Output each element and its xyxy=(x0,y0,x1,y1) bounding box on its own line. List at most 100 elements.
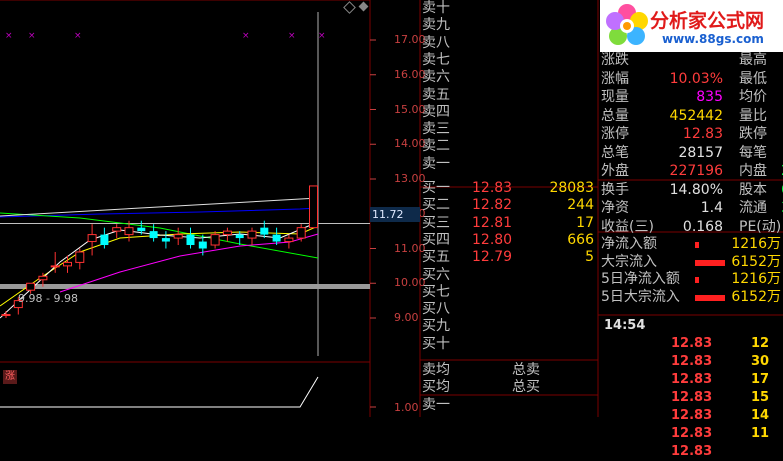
sell-row[interactable]: 卖七 xyxy=(422,52,598,69)
tick-volume: 30 xyxy=(751,354,770,369)
candle-body xyxy=(137,227,146,232)
orderbook-label: 卖二 xyxy=(422,138,450,155)
buy-row[interactable]: 买三 12.81 17 xyxy=(422,215,598,232)
sell-row[interactable]: 卖十 xyxy=(422,0,598,17)
flow-value: 1216万 xyxy=(731,271,781,287)
buy-row[interactable]: 买十 xyxy=(422,336,598,353)
candle-body xyxy=(210,234,220,246)
candle-body xyxy=(124,227,134,236)
sell-row[interactable]: 卖一 xyxy=(422,156,598,173)
marker-x: × xyxy=(28,31,36,41)
tick-row: 12.83 17 xyxy=(601,371,783,389)
marker-x: × xyxy=(288,31,296,41)
tick-row: 12.83 14 xyxy=(601,407,783,425)
stat-row: 涨幅 10.03% 最低 xyxy=(601,71,783,88)
stat-label: 换手 xyxy=(601,181,629,198)
orderbook-label: 卖八 xyxy=(422,34,450,51)
tick-price: 12.83 xyxy=(671,354,713,369)
candle-body xyxy=(50,265,60,268)
candle-body xyxy=(75,251,85,263)
footer-right-label: 总买 xyxy=(512,379,540,396)
stat-row: 外盘227196内盘2 xyxy=(601,163,783,180)
candle-body xyxy=(1,314,11,317)
flow-row: 5日大宗流入 6152万 xyxy=(601,289,783,306)
stat-label-right: 量比 xyxy=(739,107,767,124)
tick-row: 12.83 12 xyxy=(601,335,783,353)
orderbook-volume: 244 xyxy=(567,197,594,214)
orderbook-footer-row: 卖均 总卖 xyxy=(422,362,598,379)
y-axis-label: 16.00 xyxy=(394,67,426,81)
stat-label-right: 最低 xyxy=(739,70,767,87)
footer-label: 卖均 xyxy=(422,362,450,378)
buy-row[interactable]: 买五 12.79 5 xyxy=(422,249,598,266)
orderbook-label: 卖十 xyxy=(422,0,450,16)
stat-row: 净资1.4流通3 xyxy=(601,200,783,217)
candle-body xyxy=(100,234,109,246)
y-axis-label: 14.00 xyxy=(394,137,426,151)
candle-body xyxy=(112,227,122,232)
sell-row[interactable]: 卖四 xyxy=(422,104,598,121)
buy-row[interactable]: 买一 12.83 28083 xyxy=(422,180,598,197)
buy-row[interactable]: 买二 12.82 244 xyxy=(422,197,598,214)
stat-label: 净资 xyxy=(601,200,629,216)
stat-label-right: 流通 xyxy=(739,200,767,216)
sell-row[interactable]: 卖五 xyxy=(422,87,598,104)
candle-body xyxy=(186,234,195,246)
buy-row[interactable]: 买七 xyxy=(422,284,598,301)
candle-body xyxy=(38,275,48,281)
orderbook-label: 卖九 xyxy=(422,17,450,34)
marker-x: × xyxy=(74,31,82,41)
stat-row: 总笔 28157 每笔 xyxy=(601,145,783,162)
logo: 分析家公式网 www.88gs.com xyxy=(600,0,783,52)
stat-value: 0.168 xyxy=(682,218,723,235)
tick-price: 12.83 xyxy=(671,372,713,387)
sell-row[interactable]: 卖八 xyxy=(422,35,598,52)
flow-bar xyxy=(695,259,725,266)
tick-volume: 15 xyxy=(751,390,770,405)
logo-url: www.88gs.com xyxy=(662,32,764,46)
flow-row: 大宗流入 6152万 xyxy=(601,254,783,271)
marker-x: × xyxy=(5,31,13,41)
tick-price: 12.83 xyxy=(671,336,713,351)
orderbook-label: 卖七 xyxy=(422,51,450,68)
tick-price: 12.83 xyxy=(671,444,713,459)
tick-volume: 14 xyxy=(751,408,770,423)
sell-row[interactable]: 卖九 xyxy=(422,17,598,34)
candle-body xyxy=(235,234,244,239)
candle-body xyxy=(198,241,207,249)
buy-row[interactable]: 买八 xyxy=(422,301,598,318)
sell-row[interactable]: 卖二 xyxy=(422,138,598,155)
flow-label: 净流入额 xyxy=(601,236,657,252)
candle-body xyxy=(260,227,269,235)
buy-row[interactable]: 买四 12.80 666 xyxy=(422,232,598,249)
y-axis-label: 9.00 xyxy=(394,311,419,324)
y-axis-label: 15.00 xyxy=(394,102,426,116)
tick-price: 12.83 xyxy=(671,408,713,423)
flow-row: 5日净流入额 1216万 xyxy=(601,271,783,288)
tick-price: 12.83 xyxy=(671,390,713,405)
flow-row: 净流入额 1216万 xyxy=(601,236,783,253)
stat-label-right: 股本 xyxy=(739,181,767,198)
flower-logo-icon xyxy=(606,4,648,45)
orderbook-label: 卖一 xyxy=(422,155,450,172)
buy-row[interactable]: 买九 xyxy=(422,318,598,335)
flow-bar xyxy=(695,277,699,283)
orderbook-label: 买九 xyxy=(422,318,450,335)
stat-row: 收益(三) 0.168 PE(动) xyxy=(601,219,783,236)
marker-x: × xyxy=(242,31,250,41)
marker-x: × xyxy=(318,31,326,41)
stat-value: 12.83 xyxy=(682,126,723,142)
stat-row: 换手14.80%股本6 xyxy=(601,182,783,199)
buy-row[interactable]: 买六 xyxy=(422,267,598,284)
sell-row[interactable]: 卖六 xyxy=(422,69,598,86)
orderbook-price: 12.80 xyxy=(472,231,513,248)
stat-value: 835 xyxy=(696,89,723,105)
sub-chart-y-label: 1.00 xyxy=(394,401,419,414)
flow-value: 1216万 xyxy=(731,236,781,252)
stat-label: 现量 xyxy=(601,89,629,105)
footer-label: 买均 xyxy=(422,379,450,396)
candle-body xyxy=(87,234,97,243)
stat-label: 涨幅 xyxy=(601,70,629,87)
sell-row[interactable]: 卖三 xyxy=(422,121,598,138)
stat-value: 10.03% xyxy=(669,70,723,87)
